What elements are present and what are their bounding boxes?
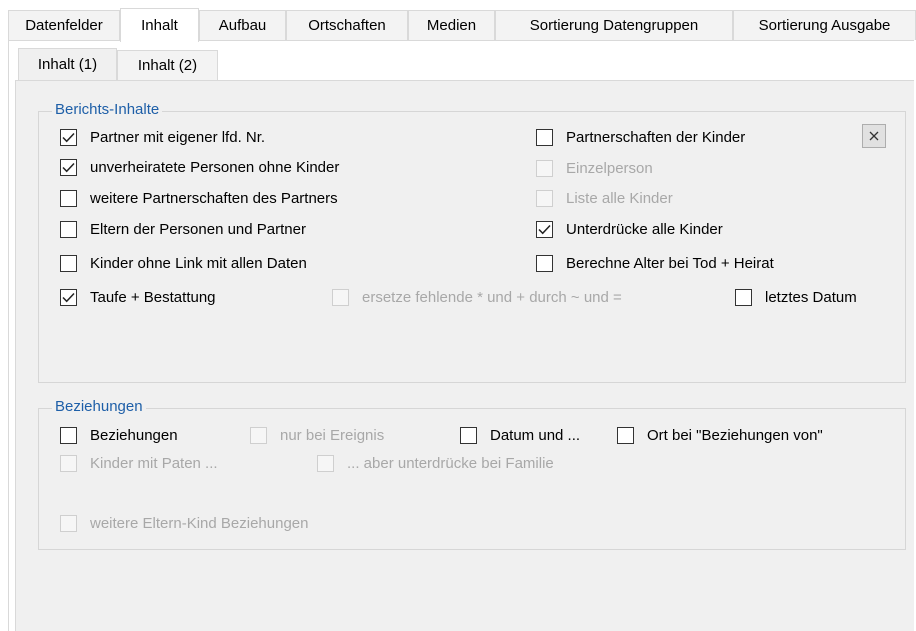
checkbox-label: Kinder mit Paten ... [90,455,218,472]
tab-inhalt[interactable]: Inhalt [120,8,199,42]
checkbox-liste-alle-kinder[interactable]: Liste alle Kinder [536,190,673,207]
subtab-inhalt-2[interactable]: Inhalt (2) [117,50,218,80]
close-button[interactable] [862,124,886,148]
checkbox-label: weitere Partnerschaften des Partners [90,190,338,207]
checkbox-label: Einzelperson [566,160,653,177]
checkbox-unverheiratete-personen[interactable]: unverheiratete Personen ohne Kinder [60,159,339,176]
group-berichts-inhalte [38,111,906,383]
checkbox-label: Liste alle Kinder [566,190,673,207]
checkbox-box[interactable] [60,190,77,207]
checkbox-unterdruecke-alle-kinder[interactable]: Unterdrücke alle Kinder [536,221,723,238]
checkbox-box[interactable] [460,427,477,444]
checkbox-box[interactable] [250,427,267,444]
checkbox-box[interactable] [317,455,334,472]
checkbox-label: ersetze fehlende * und + durch ~ und = [362,289,622,306]
main-tab-strip: Datenfelder Inhalt Aufbau Ortschaften Me… [8,8,916,42]
checkbox-box[interactable] [536,255,553,272]
checkbox-box[interactable] [735,289,752,306]
checkbox-box[interactable] [617,427,634,444]
checkbox-label: Berechne Alter bei Tod + Heirat [566,255,774,272]
checkbox-box[interactable] [60,159,77,176]
checkbox-box[interactable] [332,289,349,306]
tab-sortierung-datengruppen[interactable]: Sortierung Datengruppen [495,10,733,40]
checkbox-box[interactable] [536,129,553,146]
checkbox-datum-und[interactable]: Datum und ... [460,427,580,444]
checkbox-label: Unterdrücke alle Kinder [566,221,723,238]
checkbox-taufe-bestattung[interactable]: Taufe + Bestattung [60,289,216,306]
checkbox-berechne-alter[interactable]: Berechne Alter bei Tod + Heirat [536,255,774,272]
checkbox-weitere-partnerschaften[interactable]: weitere Partnerschaften des Partners [60,190,338,207]
checkbox-label: unverheiratete Personen ohne Kinder [90,159,340,176]
tab-datenfelder[interactable]: Datenfelder [8,10,120,40]
checkbox-box[interactable] [536,221,553,238]
checkbox-einzelperson[interactable]: Einzelperson [536,160,653,177]
checkbox-box[interactable] [60,427,77,444]
tab-sortierung-ausgabe[interactable]: Sortierung Ausgabe [733,10,916,40]
checkbox-letztes-datum[interactable]: letztes Datum [735,289,857,306]
checkbox-partner-eigene-nr[interactable]: Partner mit eigener lfd. Nr. [60,129,265,146]
checkbox-label: Partnerschaften der Kinder [566,129,746,146]
legend-beziehungen: Beziehungen [52,398,146,415]
checkbox-box[interactable] [536,190,553,207]
checkbox-label: Ort bei "Beziehungen von" [647,427,823,444]
checkbox-box[interactable] [60,129,77,146]
checkbox-label: nur bei Ereignis [280,427,385,444]
checkbox-label: Eltern der Personen und Partner [90,221,306,238]
checkbox-label: letztes Datum [765,289,857,306]
checkbox-ort-bei-beziehungen[interactable]: Ort bei "Beziehungen von" [617,427,823,444]
checkbox-kinder-ohne-link[interactable]: Kinder ohne Link mit allen Daten [60,255,307,272]
checkbox-box[interactable] [60,289,77,306]
checkbox-kinder-mit-paten[interactable]: Kinder mit Paten ... [60,455,218,472]
checkbox-box[interactable] [60,455,77,472]
checkbox-partnerschaften-kinder[interactable]: Partnerschaften der Kinder [536,129,745,146]
checkbox-unterdruecke-bei-familie[interactable]: ... aber unterdrücke bei Familie [317,455,554,472]
checkbox-label: Kinder ohne Link mit allen Daten [90,255,307,272]
close-x-icon [869,128,879,145]
checkbox-box[interactable] [60,515,77,532]
checkbox-box[interactable] [536,160,553,177]
checkbox-box[interactable] [60,221,77,238]
tab-medien[interactable]: Medien [408,10,495,40]
tab-aufbau[interactable]: Aufbau [199,10,286,40]
checkbox-beziehungen[interactable]: Beziehungen [60,427,178,444]
checkbox-label: ... aber unterdrücke bei Familie [347,455,554,472]
checkbox-box[interactable] [60,255,77,272]
checkbox-label: Partner mit eigener lfd. Nr. [90,129,266,146]
checkbox-label: Taufe + Bestattung [90,289,216,306]
checkbox-label: Beziehungen [90,427,178,444]
tab-ortschaften[interactable]: Ortschaften [286,10,408,40]
legend-berichts-inhalte: Berichts-Inhalte [52,101,163,118]
checkbox-label: Datum und ... [490,427,581,444]
checkbox-eltern-personen-partner[interactable]: Eltern der Personen und Partner [60,221,306,238]
checkbox-ersetze-fehlende[interactable]: ersetze fehlende * und + durch ~ und = [332,289,622,306]
checkbox-weitere-eltern-kind[interactable]: weitere Eltern-Kind Beziehungen [60,515,308,532]
checkbox-nur-bei-ereignis[interactable]: nur bei Ereignis [250,427,384,444]
checkbox-label: weitere Eltern-Kind Beziehungen [90,515,309,532]
subtab-inhalt-1[interactable]: Inhalt (1) [18,48,117,80]
